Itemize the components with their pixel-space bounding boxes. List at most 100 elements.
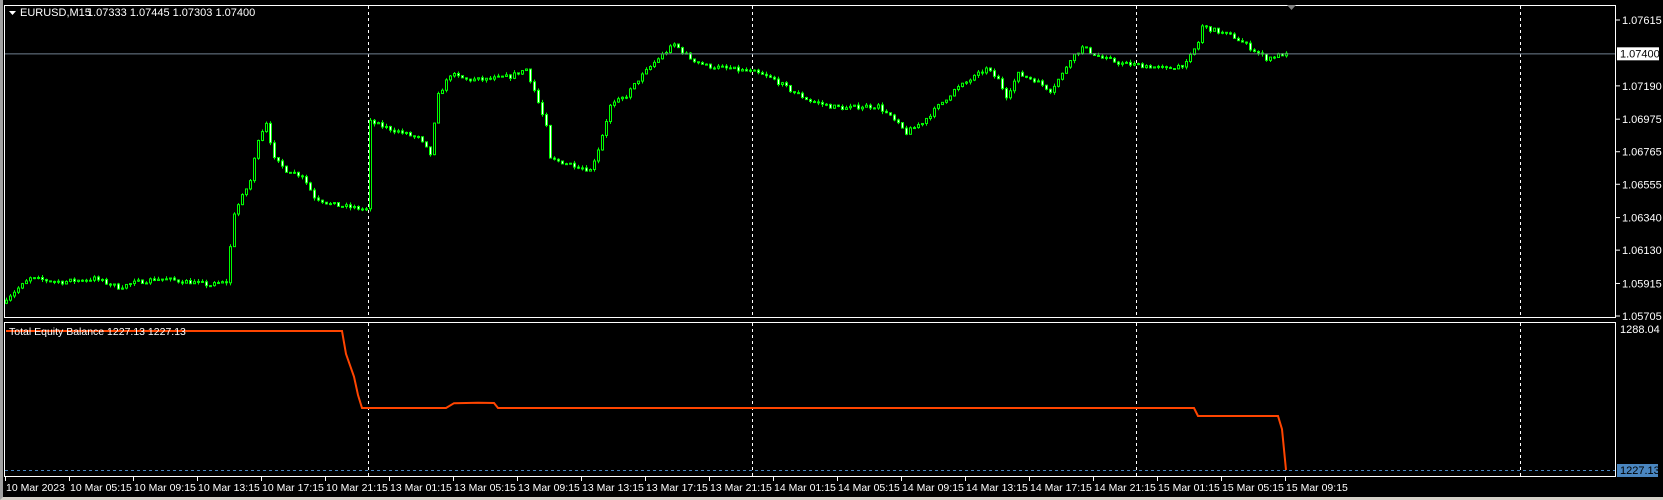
- chart-shift-marker-icon[interactable]: [1287, 5, 1296, 10]
- candle-body: [721, 65, 724, 68]
- candle-body: [145, 282, 148, 285]
- candle-body: [289, 171, 292, 174]
- time-tick-label: 14 Mar 09:15: [902, 482, 964, 494]
- candle-body: [1217, 27, 1220, 34]
- candle-body: [657, 58, 660, 63]
- candle-body: [153, 278, 156, 282]
- candle: [449, 75, 452, 82]
- candle: [1257, 50, 1260, 56]
- candle: [941, 101, 944, 106]
- candle-body: [357, 206, 360, 210]
- candle: [713, 66, 716, 70]
- candle-body: [845, 107, 848, 110]
- candle: [1097, 52, 1100, 57]
- candle-body: [309, 182, 312, 191]
- candle-body: [897, 119, 900, 124]
- triangle-down-icon[interactable]: [9, 11, 16, 15]
- candle-body: [1117, 61, 1120, 65]
- candle: [377, 121, 380, 125]
- candle-body: [1153, 66, 1156, 69]
- candle: [1053, 83, 1056, 95]
- candle-body: [773, 76, 776, 80]
- candle-body: [125, 283, 128, 289]
- candle-body: [925, 117, 928, 124]
- candle: [893, 113, 896, 122]
- candle-body: [89, 279, 92, 282]
- candle: [513, 70, 516, 80]
- price-tick-label: 1.05915: [1622, 278, 1662, 290]
- candle: [1253, 48, 1256, 53]
- candle: [1205, 24, 1208, 30]
- candle: [705, 63, 708, 66]
- candle: [137, 277, 140, 282]
- candle-body: [709, 63, 712, 69]
- candle-body: [953, 88, 956, 97]
- candle: [17, 286, 20, 295]
- candle: [993, 68, 996, 79]
- candle-body: [973, 74, 976, 81]
- candle: [729, 65, 732, 70]
- candle: [313, 187, 316, 201]
- candle: [233, 212, 236, 248]
- candle: [381, 120, 384, 129]
- candle: [809, 98, 812, 104]
- candle: [1045, 84, 1048, 91]
- candle-body: [1057, 78, 1060, 87]
- candle: [101, 278, 104, 282]
- candle-body: [1157, 65, 1160, 68]
- candle: [33, 277, 36, 280]
- candle: [9, 293, 12, 302]
- candle-body: [1213, 27, 1216, 32]
- candle-body: [97, 276, 100, 281]
- candle: [53, 280, 56, 285]
- candle: [629, 87, 632, 100]
- candle: [1185, 59, 1188, 70]
- candle-body: [981, 71, 984, 74]
- candle: [1201, 24, 1204, 44]
- current-price-label: 1.07400: [1620, 48, 1660, 60]
- candle-body: [273, 142, 276, 159]
- candle: [445, 78, 448, 93]
- candle: [721, 64, 724, 68]
- candle: [609, 103, 612, 124]
- candle: [569, 162, 572, 165]
- candle: [753, 69, 756, 72]
- candle: [365, 207, 368, 212]
- candle-body: [613, 101, 616, 106]
- candle: [797, 90, 800, 95]
- symbol-label: EURUSD,M15: [20, 7, 91, 19]
- candle-body: [769, 75, 772, 78]
- candle: [777, 76, 780, 87]
- candle-body: [173, 277, 176, 281]
- candle-body: [449, 75, 452, 81]
- candle: [417, 135, 420, 139]
- candle: [221, 280, 224, 284]
- candle: [245, 188, 248, 197]
- candle-body: [629, 88, 632, 98]
- candle: [505, 72, 508, 77]
- candle-body: [749, 69, 752, 72]
- candle-body: [969, 79, 972, 83]
- candle: [1177, 63, 1180, 70]
- candle-body: [329, 203, 332, 206]
- equity-series: [6, 330, 1287, 471]
- candle-body: [297, 171, 300, 177]
- chart-canvas[interactable]: 1.07615 1.07190 1.06975 1.06765 1.06555 1.063…: [0, 0, 1663, 500]
- candle-body: [881, 104, 884, 112]
- candle: [305, 174, 308, 186]
- candle: [905, 125, 908, 136]
- time-tick-label: 10 Mar 13:15: [198, 482, 260, 494]
- candle: [829, 103, 832, 109]
- candle: [573, 160, 576, 170]
- candle-body: [425, 141, 428, 148]
- candle: [169, 277, 172, 282]
- candle: [1269, 56, 1272, 62]
- candle: [25, 278, 28, 285]
- candle-body: [705, 63, 708, 66]
- candle: [821, 100, 824, 107]
- price-axis: 1.07615 1.07190 1.06975 1.06765 1.06555 1.063…: [1616, 15, 1662, 477]
- candle: [69, 278, 72, 283]
- time-tick-label: 10 Mar 09:15: [134, 482, 196, 494]
- candle-body: [949, 95, 952, 101]
- candle: [397, 128, 400, 134]
